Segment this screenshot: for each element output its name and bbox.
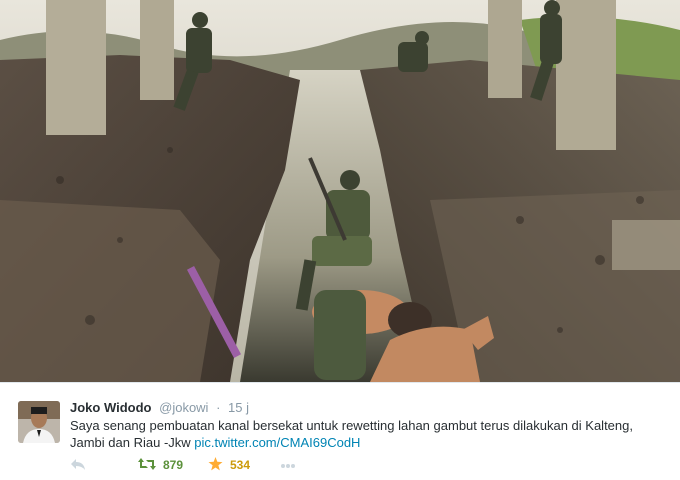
header-separator: · (216, 400, 221, 415)
tweet-photo[interactable] (0, 0, 680, 382)
retweet-icon (138, 457, 156, 474)
favorite-button[interactable]: 534 (208, 456, 250, 474)
author-name[interactable]: Joko Widodo (70, 400, 152, 415)
tweet-timestamp[interactable]: 15 j (228, 400, 249, 415)
retweet-button[interactable]: 879 (138, 456, 183, 474)
tweet-photo-link[interactable]: pic.twitter.com/CMAI69CodH (194, 435, 360, 450)
avatar[interactable] (18, 401, 60, 443)
author-handle[interactable]: @jokowi (159, 400, 208, 415)
retweet-count: 879 (163, 458, 184, 472)
more-button[interactable] (280, 456, 296, 474)
favorite-count: 534 (230, 458, 251, 472)
photo-canvas (0, 0, 680, 382)
tweet-header: Joko Widodo @jokowi · 15 j (70, 399, 249, 417)
reply-icon (70, 457, 86, 474)
tweet-card: Joko Widodo @jokowi · 15 j Saya senang p… (0, 0, 680, 480)
tweet-text: Saya senang pembuatan kanal bersekat unt… (70, 417, 670, 451)
avatar-portrait (18, 401, 60, 443)
reply-button[interactable] (70, 456, 86, 474)
more-icon (280, 458, 296, 472)
tweet-body: Joko Widodo @jokowi · 15 j Saya senang p… (0, 382, 680, 480)
star-icon (208, 456, 223, 474)
